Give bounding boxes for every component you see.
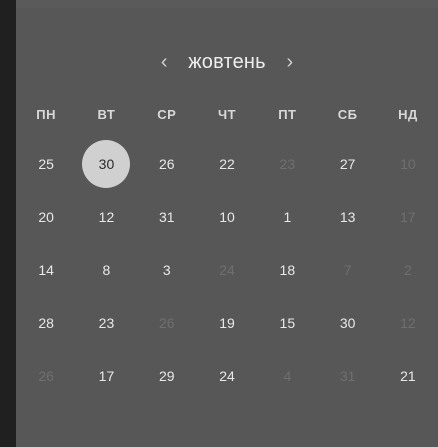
weekday-label: ПТ — [278, 107, 297, 122]
day-cell[interactable]: 21 — [378, 349, 438, 402]
day-number: 4 — [283, 367, 292, 384]
day-number: 12 — [400, 314, 416, 331]
day-number: 8 — [102, 261, 111, 278]
weekday-label: СБ — [337, 107, 358, 122]
weekday-label: НД — [398, 107, 418, 122]
day-number: 26 — [158, 156, 175, 173]
day-cell[interactable]: 27 — [317, 138, 377, 191]
prev-month-button[interactable]: ‹ — [152, 50, 176, 74]
day-cell[interactable]: 18 — [257, 244, 317, 297]
day-number: 7 — [343, 261, 352, 278]
day-number: 17 — [98, 367, 115, 384]
day-cell[interactable]: 20 — [16, 191, 76, 244]
day-number: 15 — [279, 314, 296, 331]
day-cell[interactable]: 24 — [197, 349, 257, 402]
day-number: 28 — [38, 314, 54, 331]
day-cell[interactable]: 10 — [378, 138, 438, 191]
day-number: 13 — [339, 209, 356, 226]
weekday-header-row: ПН ВТ СР ЧТ ПТ СБ НД — [16, 104, 438, 126]
day-cell[interactable]: 15 — [257, 296, 317, 349]
day-cell[interactable]: 24 — [197, 244, 257, 297]
day-number: 29 — [158, 367, 175, 384]
weekday-label: ВТ — [97, 107, 116, 122]
day-cell[interactable]: 7 — [317, 244, 377, 297]
day-number: 26 — [38, 367, 54, 384]
day-number: 18 — [279, 261, 296, 278]
day-cell[interactable]: 28 — [16, 296, 76, 349]
day-cell[interactable]: 22 — [197, 138, 257, 191]
day-cell[interactable]: 13 — [317, 191, 377, 244]
day-number: 21 — [400, 367, 416, 384]
day-number: 10 — [219, 209, 235, 226]
day-number: 10 — [400, 156, 416, 173]
day-number: 30 — [339, 314, 356, 331]
day-cell[interactable]: 23 — [76, 296, 136, 349]
day-cell[interactable]: 1 — [257, 191, 317, 244]
chevron-left-icon: ‹ — [160, 51, 168, 73]
day-number: 24 — [219, 367, 235, 384]
day-number: 23 — [279, 156, 296, 173]
day-number: 24 — [219, 261, 235, 278]
day-number: 31 — [339, 367, 356, 384]
day-cell[interactable]: 31 — [137, 191, 197, 244]
day-number: 2 — [404, 261, 412, 278]
day-cell[interactable]: 29 — [137, 349, 197, 402]
next-month-button[interactable]: › — [278, 50, 302, 74]
weekday-label: ПН — [36, 107, 57, 122]
day-cell[interactable]: 4 — [257, 349, 317, 402]
day-cell[interactable]: 26 — [16, 349, 76, 402]
day-cell[interactable]: 17 — [76, 349, 136, 402]
day-number: 20 — [38, 209, 54, 226]
day-cell[interactable]: 14 — [16, 244, 76, 297]
day-cell[interactable]: 17 — [378, 191, 438, 244]
day-grid: 25 30 26 22 23 27 10 20 12 31 10 1 13 17 14 8 3 24 18 7 2 28 2… — [16, 138, 438, 402]
day-cell[interactable]: 12 — [76, 191, 136, 244]
day-number: 30 — [98, 156, 115, 173]
month-title: жовтень — [188, 50, 266, 73]
day-number: 12 — [98, 209, 115, 226]
day-number: 22 — [219, 156, 235, 173]
day-cell[interactable]: 31 — [317, 349, 377, 402]
chevron-right-icon: › — [286, 51, 294, 73]
day-cell[interactable]: 10 — [197, 191, 257, 244]
day-cell[interactable]: 19 — [197, 296, 257, 349]
day-cell[interactable]: 23 — [257, 138, 317, 191]
weekday-label: ЧТ — [218, 107, 237, 122]
day-number: 19 — [219, 314, 235, 331]
panel-top-strip — [16, 0, 438, 8]
day-cell[interactable]: 25 — [16, 138, 76, 191]
day-number: 14 — [38, 261, 54, 278]
day-cell[interactable]: 30 — [317, 296, 377, 349]
day-number: 17 — [400, 209, 416, 226]
day-cell[interactable]: 2 — [378, 244, 438, 297]
day-cell[interactable]: 26 — [137, 138, 197, 191]
day-number: 26 — [158, 314, 175, 331]
day-cell[interactable]: 26 — [137, 296, 197, 349]
day-number: 23 — [98, 314, 115, 331]
day-cell[interactable]: 12 — [378, 296, 438, 349]
day-number: 3 — [162, 261, 171, 278]
weekday-label: СР — [157, 107, 177, 122]
day-number: 31 — [158, 209, 175, 226]
day-cell-selected[interactable]: 30 — [76, 138, 136, 191]
day-number: 1 — [283, 209, 292, 226]
calendar-panel: ‹ жовтень › ПН ВТ СР ЧТ ПТ СБ НД 25 30 26 2… — [16, 0, 438, 447]
day-cell[interactable]: 3 — [137, 244, 197, 297]
day-number: 27 — [339, 156, 356, 173]
day-cell[interactable]: 8 — [76, 244, 136, 297]
month-header: ‹ жовтень › — [16, 48, 438, 76]
day-number: 25 — [38, 156, 54, 173]
